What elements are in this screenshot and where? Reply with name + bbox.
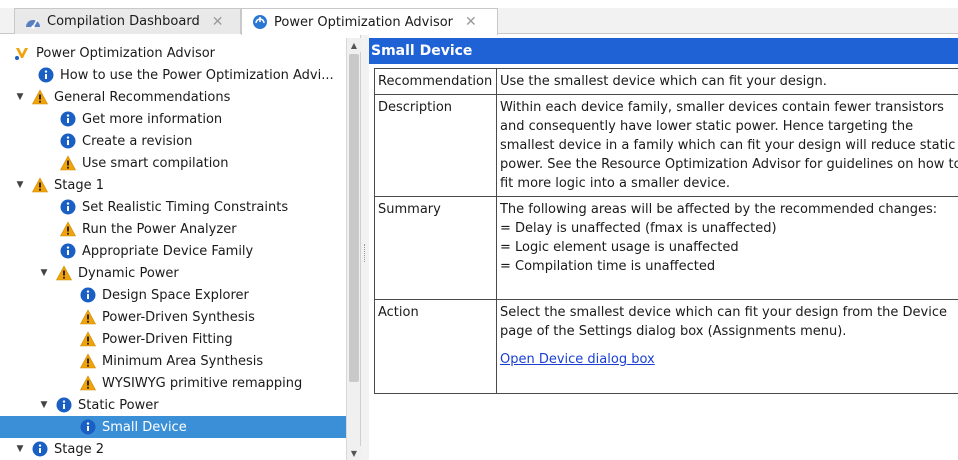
info-icon (80, 419, 96, 435)
tree-item-stage-1[interactable]: ▼ Stage 1 (0, 174, 346, 196)
tree-item-label: Set Realistic Timing Constraints (82, 199, 289, 215)
table-row: Summary The following areas will be affe… (374, 196, 958, 300)
info-icon (38, 67, 54, 83)
tree-item-label: Design Space Explorer (102, 287, 249, 303)
tab-compilation-dashboard[interactable]: Compilation Dashboard ✕ (14, 8, 241, 34)
tab-label: Compilation Dashboard (47, 14, 200, 29)
chevron-down-icon[interactable]: ▼ (14, 180, 26, 190)
warning-icon (32, 177, 48, 193)
tree-item-label: Power-Driven Synthesis (102, 309, 255, 325)
scroll-down-arrow-icon[interactable]: ▼ (347, 446, 361, 460)
scroll-up-arrow-icon[interactable]: ▲ (347, 38, 361, 52)
info-icon (56, 397, 72, 413)
tree-item-use-smart-compilation[interactable]: Use smart compilation (0, 152, 346, 174)
tree-item-get-more-information[interactable]: Get more information (0, 108, 346, 130)
warning-icon (80, 331, 96, 347)
row-key-recommendation: Recommendation (374, 68, 497, 95)
tree-item-label: Run the Power Analyzer (82, 221, 237, 237)
tree-item-create-revision[interactable]: Create a revision (0, 130, 346, 152)
splitter-grip-icon (364, 244, 366, 262)
close-icon[interactable]: ✕ (212, 15, 224, 29)
tree-item-stage-2[interactable]: ▼ Stage 2 (0, 438, 346, 460)
tree-item-power-driven-synthesis[interactable]: Power-Driven Synthesis (0, 306, 346, 328)
row-value-recommendation: Use the smallest device which can fit yo… (495, 68, 958, 95)
row-key-description: Description (374, 94, 497, 197)
tree-item-label: Power-Driven Fitting (102, 331, 233, 347)
chevron-down-icon[interactable]: ▼ (38, 400, 50, 410)
tree-item-dynamic-power[interactable]: ▼ Dynamic Power (0, 262, 346, 284)
tree-item-power-driven-fitting[interactable]: Power-Driven Fitting (0, 328, 346, 350)
tree-scrollbar[interactable]: ▲ ▼ (346, 38, 361, 460)
tree-item-label: Static Power (78, 397, 159, 413)
recommendation-table: Recommendation Use the smallest device w… (374, 68, 958, 394)
tree-item-how-to-use[interactable]: How to use the Power Optimization Advi..… (0, 64, 346, 86)
recommendation-panel: Small Device Recommendation Use the smal… (369, 38, 958, 460)
table-row: Description Within each device family, s… (374, 94, 958, 197)
dashboard-icon (25, 15, 41, 29)
warning-icon (60, 221, 76, 237)
warning-icon (56, 265, 72, 281)
power-advisor-icon (252, 14, 268, 30)
open-device-dialog-link[interactable]: Open Device dialog box (500, 352, 655, 367)
row-key-action: Action (374, 299, 497, 394)
advisor-root-icon (14, 45, 30, 61)
tab-label: Power Optimization Advisor (274, 14, 454, 30)
warning-icon (80, 309, 96, 325)
tree-item-wysiwyg-remapping[interactable]: WYSIWYG primitive remapping (0, 372, 346, 394)
tab-bar: Compilation Dashboard ✕ Power Optimizati… (0, 0, 958, 35)
chevron-down-icon[interactable]: ▼ (14, 444, 26, 454)
tree-item-general-recommendations[interactable]: ▼ General Recommendations (0, 86, 346, 108)
tree-item-label: WYSIWYG primitive remapping (102, 375, 303, 391)
warning-icon (80, 375, 96, 391)
action-text: Select the smallest device which can fit… (499, 305, 947, 339)
tree-item-design-space-explorer[interactable]: Design Space Explorer (0, 284, 346, 306)
tree-item-label: Minimum Area Synthesis (102, 353, 264, 369)
row-value-summary: The following areas will be affected by … (495, 196, 958, 300)
tree-item-label: Power Optimization Advisor (36, 45, 216, 61)
tree-item-label: Create a revision (82, 133, 193, 149)
tree-item-label: Stage 1 (54, 177, 104, 193)
table-row: Action Select the smallest device which … (374, 299, 958, 394)
tree-item-static-power[interactable]: ▼ Static Power (0, 394, 346, 416)
summary-line: The following areas will be affected by … (499, 202, 938, 217)
chevron-down-icon[interactable]: ▼ (14, 92, 26, 102)
tree-item-label: Get more information (82, 111, 223, 127)
panel-title: Small Device (369, 38, 958, 64)
summary-line: = Delay is unaffected (fmax is unaffecte… (499, 221, 777, 236)
tree-item-label: Dynamic Power (78, 265, 179, 281)
scroll-thumb[interactable] (349, 54, 359, 382)
warning-icon (80, 353, 96, 369)
tree-item-label: How to use the Power Optimization Advi..… (60, 67, 334, 83)
row-value-description: Within each device family, smaller devic… (495, 94, 958, 197)
tree-item-run-power-analyzer[interactable]: Run the Power Analyzer (0, 218, 346, 240)
tree-item-label: Stage 2 (54, 441, 104, 457)
warning-icon (32, 89, 48, 105)
summary-line: = Logic element usage is unaffected (499, 240, 739, 255)
tree-item-root[interactable]: Power Optimization Advisor (0, 42, 346, 64)
tree-item-label: Small Device (102, 419, 187, 435)
info-icon (60, 133, 76, 149)
info-icon (60, 111, 76, 127)
tree-item-set-realistic-timing[interactable]: Set Realistic Timing Constraints (0, 196, 346, 218)
tree-item-small-device[interactable]: Small Device (0, 416, 346, 438)
info-icon (60, 199, 76, 215)
info-icon (60, 243, 76, 259)
tree-item-label: General Recommendations (54, 89, 231, 105)
tree-item-appropriate-device-family[interactable]: Appropriate Device Family (0, 240, 346, 262)
tab-power-optimization-advisor[interactable]: Power Optimization Advisor ✕ (241, 8, 498, 35)
close-icon[interactable]: ✕ (465, 15, 477, 29)
tree-item-label: Appropriate Device Family (82, 243, 254, 259)
info-icon (80, 287, 96, 303)
chevron-down-icon[interactable]: ▼ (38, 268, 50, 278)
warning-icon (60, 155, 76, 171)
panel-splitter[interactable] (361, 34, 369, 460)
advisor-tree-panel: Power Optimization Advisor How to use th… (0, 34, 361, 460)
tree-item-label: Use smart compilation (82, 155, 229, 171)
row-key-summary: Summary (374, 196, 497, 300)
row-value-action: Select the smallest device which can fit… (495, 299, 958, 394)
table-row: Recommendation Use the smallest device w… (374, 68, 958, 95)
info-icon (32, 441, 48, 457)
summary-line: = Compilation time is unaffected (499, 259, 716, 274)
tree-item-minimum-area-synthesis[interactable]: Minimum Area Synthesis (0, 350, 346, 372)
